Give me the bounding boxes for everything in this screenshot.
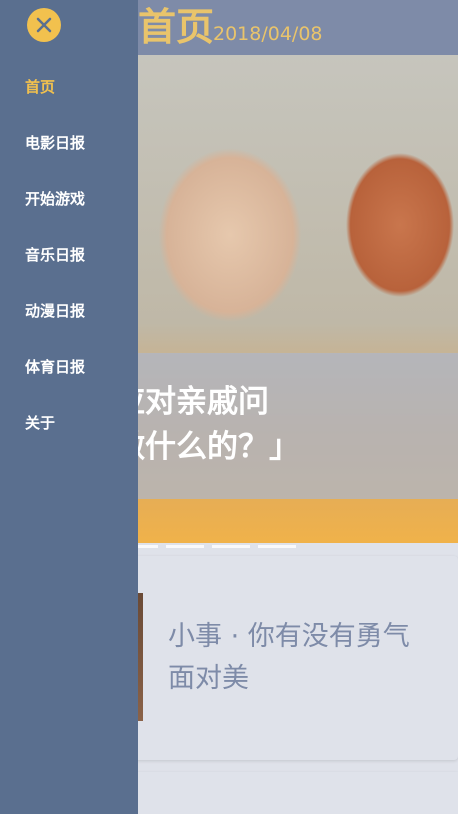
menu-item-about[interactable]: 关于 (25, 408, 135, 438)
menu-item-sports-daily[interactable]: 体育日报 (25, 352, 135, 382)
page-title: 首页 (138, 5, 215, 49)
story-card[interactable] (118, 772, 458, 814)
close-icon (36, 17, 52, 33)
carousel-indicators (120, 545, 440, 549)
menu-item-music-daily[interactable]: 音乐日报 (25, 240, 135, 270)
menu-item-anime-daily[interactable]: 动漫日报 (25, 296, 135, 326)
close-drawer-button[interactable] (27, 8, 61, 42)
page-date: 2018/04/08 (213, 23, 323, 45)
menu-item-movie-daily[interactable]: 电影日报 (25, 128, 135, 158)
story-title[interactable]: 小事 · 你有没有勇气面对美 (168, 616, 428, 700)
carousel-dot[interactable] (166, 545, 204, 548)
carousel-dot[interactable] (258, 545, 296, 548)
carousel-dot[interactable] (212, 545, 250, 548)
menu-item-start-game[interactable]: 开始游戏 (25, 184, 135, 214)
side-drawer: 首页 电影日报 开始游戏 音乐日报 动漫日报 体育日报 关于 (0, 0, 138, 814)
menu-item-home[interactable]: 首页 (25, 72, 135, 102)
